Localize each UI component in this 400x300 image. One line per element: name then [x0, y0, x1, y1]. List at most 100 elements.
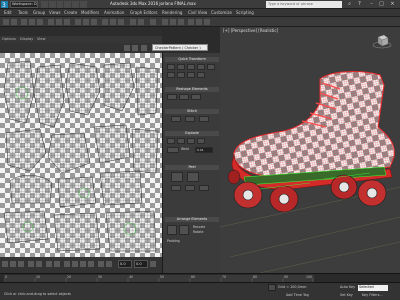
pack-custom-icon[interactable] — [179, 225, 189, 235]
straighten-icon[interactable] — [167, 94, 177, 100]
curve-editor-icon[interactable] — [162, 19, 168, 25]
snap-icon[interactable] — [98, 261, 104, 267]
section-explode[interactable]: Explode — [165, 131, 219, 136]
stitch-target-icon[interactable] — [171, 116, 181, 122]
relax-settings-icon[interactable] — [191, 94, 201, 100]
weld-threshold-field[interactable]: 0.01 — [195, 147, 213, 153]
seam-icon[interactable] — [171, 185, 181, 191]
undo-icon[interactable] — [3, 19, 9, 25]
select-edge-icon[interactable] — [10, 261, 16, 267]
layer-icon[interactable] — [150, 19, 156, 25]
key-filters-button[interactable]: Key Filters... — [362, 293, 383, 297]
save-icon[interactable] — [56, 1, 64, 8]
lock-icon[interactable] — [72, 261, 78, 267]
scale-icon[interactable] — [91, 19, 97, 25]
mirror-icon[interactable] — [130, 19, 136, 25]
app-logo-icon[interactable]: 3 — [1, 1, 8, 8]
unpin-icon[interactable] — [199, 185, 209, 191]
menu-edit[interactable]: Edit — [4, 10, 12, 15]
add-time-tag-button[interactable]: Add Time Tag — [286, 293, 309, 297]
set-key-button[interactable]: Set Key — [340, 293, 353, 297]
section-peel[interactable]: Peel — [165, 165, 219, 170]
binoculars-icon[interactable]: ⌕ — [346, 1, 353, 8]
bind-icon[interactable] — [37, 19, 43, 25]
redo-icon[interactable] — [11, 19, 17, 25]
menu-customize[interactable]: Customize — [211, 10, 232, 15]
select-vertex-icon[interactable] — [2, 261, 8, 267]
weld-icon[interactable] — [167, 147, 179, 153]
snap-icon[interactable] — [102, 19, 108, 25]
free-form-icon[interactable] — [207, 64, 215, 70]
stitch-average-icon[interactable] — [185, 116, 195, 122]
search-input[interactable]: Type a keyword or phrase — [266, 1, 342, 8]
checker-pattern-dropdown[interactable]: CheckerPattern ( Checker ) — [152, 44, 208, 51]
space-horizontal-icon[interactable] — [187, 72, 195, 78]
flatten-by-icon[interactable] — [187, 138, 195, 144]
rotate-cw-icon[interactable] — [187, 64, 195, 70]
select-face-icon[interactable] — [18, 261, 24, 267]
menu-views[interactable]: Views — [49, 10, 61, 15]
minimize-button[interactable]: – — [368, 1, 375, 8]
checker-toggle-icon[interactable] — [141, 45, 147, 51]
workspace-dropdown[interactable]: Workspace: Default — [10, 1, 38, 8]
flip-uv-icon[interactable] — [132, 45, 138, 51]
freeze-icon[interactable] — [88, 261, 94, 267]
lock-selection-icon[interactable] — [268, 284, 276, 291]
select-by-name-icon[interactable] — [56, 19, 62, 25]
uv-w-field[interactable]: 0.0 — [134, 260, 148, 268]
break-icon[interactable] — [167, 138, 175, 144]
new-icon[interactable] — [41, 1, 48, 8]
undo-icon[interactable] — [64, 1, 72, 8]
material-editor-icon[interactable] — [178, 19, 184, 25]
menu-tools[interactable]: Tools — [18, 10, 28, 15]
time-ruler[interactable] — [4, 275, 314, 282]
select-icon[interactable] — [48, 19, 54, 25]
close-button[interactable]: × — [389, 1, 396, 8]
auto-key-button[interactable]: Auto Key — [340, 285, 355, 289]
pin-icon[interactable] — [185, 185, 195, 191]
uv-menu-view[interactable]: View — [37, 37, 46, 41]
section-stitch[interactable]: Stitch — [165, 109, 219, 114]
align-left-icon[interactable] — [167, 72, 175, 78]
hide-icon[interactable] — [80, 261, 86, 267]
rect-select-icon[interactable] — [64, 19, 70, 25]
render-setup-icon[interactable] — [188, 19, 194, 25]
perspective-viewport[interactable]: [+] [Perspective] [Realistic] — [220, 27, 400, 273]
lock-uv-icon[interactable] — [150, 261, 156, 267]
space-vertical-icon[interactable] — [197, 72, 205, 78]
project-icon[interactable] — [80, 1, 87, 8]
schematic-icon[interactable] — [170, 19, 176, 25]
redo-icon[interactable] — [72, 1, 80, 8]
viewcube-icon[interactable] — [372, 33, 392, 49]
rotate-icon[interactable] — [83, 19, 89, 25]
open-icon[interactable] — [48, 1, 56, 8]
relax-icon[interactable] — [179, 94, 189, 100]
grow-selection-icon[interactable] — [28, 261, 34, 267]
menu-group[interactable]: Group — [33, 10, 45, 15]
uv-zoom-field[interactable]: 0.0 — [118, 260, 132, 268]
stitch-source-icon[interactable] — [199, 116, 209, 122]
menu-modifiers[interactable]: Modifiers — [81, 10, 99, 15]
render-frame-icon[interactable] — [196, 19, 202, 25]
quick-peel-icon[interactable] — [171, 172, 183, 182]
section-quick-transform[interactable]: Quick Transform — [165, 57, 219, 62]
menu-rendering[interactable]: Rendering — [162, 10, 182, 15]
move-icon[interactable] — [75, 19, 81, 25]
timeline[interactable]: 0 10 20 30 40 50 60 70 80 90 100 — [0, 273, 400, 282]
section-arrange-elements[interactable]: Arrange Elements — [165, 217, 219, 222]
grid-icon[interactable] — [106, 261, 112, 267]
menu-graph-editors[interactable]: Graph Editors — [130, 10, 157, 15]
menu-scripting[interactable]: Scripting — [236, 10, 254, 15]
menu-animation[interactable]: Animation — [104, 10, 124, 15]
ring-icon[interactable] — [54, 261, 60, 267]
maximize-button[interactable]: □ — [378, 1, 385, 8]
uv-menu-display[interactable]: Display — [20, 37, 33, 41]
shrink-selection-icon[interactable] — [36, 261, 42, 267]
menu-create[interactable]: Create — [64, 10, 77, 15]
detach-icon[interactable] — [177, 138, 185, 144]
unlink-icon[interactable] — [29, 19, 35, 25]
angle-snap-icon[interactable] — [110, 19, 116, 25]
align-icon[interactable] — [138, 19, 144, 25]
align-horizontal-icon[interactable] — [167, 64, 175, 70]
pelt-map-icon[interactable] — [187, 172, 199, 182]
